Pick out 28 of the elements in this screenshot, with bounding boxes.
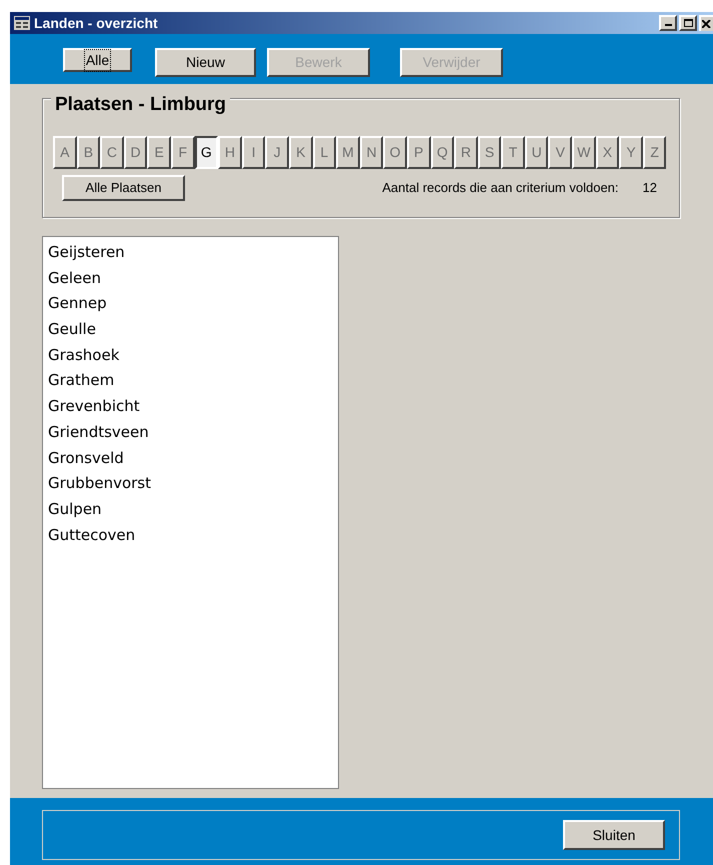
count-value: 12 [642, 179, 657, 198]
list-item[interactable]: Grevenbicht [48, 394, 338, 420]
list-item[interactable]: Gronsveld [48, 446, 338, 472]
letter-button[interactable]: G [194, 136, 218, 169]
maximize-button[interactable] [679, 15, 697, 31]
list-item[interactable]: Guttecoven [48, 522, 338, 548]
places-list[interactable]: Geijsteren Geleen Gennep Geulle Grashoek Grathem Grevenbicht Griendtsveen Gronsveld Grubbenvorst Gulpen Guttecoven [42, 236, 339, 789]
list-item[interactable]: Geulle [48, 317, 338, 343]
list-item[interactable]: Gennep [48, 291, 338, 318]
window-title: Landen - overzicht [34, 14, 158, 32]
list-item[interactable]: Griendtsveen [48, 420, 338, 446]
list-item[interactable]: Gulpen [48, 496, 338, 523]
maximize-icon [684, 19, 692, 27]
list-item[interactable]: Geleen [48, 266, 338, 292]
minimize-icon [664, 24, 672, 26]
all-places-button[interactable]: Alle Plaatsen [62, 175, 185, 201]
minimize-button[interactable] [659, 15, 677, 31]
list-item[interactable]: Geijsteren [48, 240, 338, 266]
toolbar-button[interactable]: Nieuw [155, 48, 256, 77]
close-button[interactable] [699, 15, 713, 31]
close-icon [702, 20, 711, 28]
list-item[interactable]: Grubbenvorst [48, 471, 338, 497]
list-item[interactable]: Grathem [48, 368, 338, 394]
list-item[interactable]: Grashoek [48, 342, 338, 368]
count-label: Aantal records die aan criterium voldoen: [382, 179, 619, 198]
window-icon [14, 16, 30, 30]
close-form-button[interactable]: Sluiten [563, 820, 665, 850]
toolbar-button[interactable]: Alle [63, 48, 132, 72]
